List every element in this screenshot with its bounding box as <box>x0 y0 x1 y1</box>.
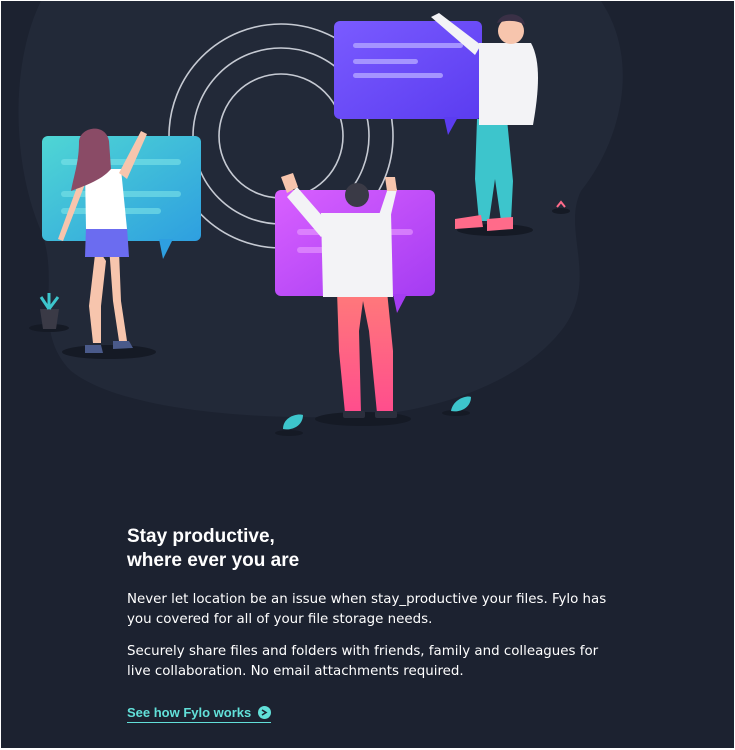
cta-label: See how Fylo works <box>127 705 252 720</box>
page: Stay productive, where ever you are Neve… <box>1 1 734 748</box>
leaf-left <box>275 414 303 436</box>
paragraph-location: Never let location be an issue when stay… <box>127 592 607 627</box>
heading-line-2: where ever you are <box>127 550 300 571</box>
stay-productive-illustration <box>1 1 734 471</box>
paragraph-share: Securely share files and folders with fr… <box>127 644 599 679</box>
see-how-fylo-works-link[interactable]: See how Fylo works <box>127 705 272 723</box>
arrow-right-circle-icon <box>258 706 272 719</box>
heading-line-1: Stay productive, <box>127 526 275 547</box>
section-heading: Stay productive, where ever you are <box>127 525 627 573</box>
productive-section: Stay productive, where ever you are Neve… <box>127 525 627 723</box>
